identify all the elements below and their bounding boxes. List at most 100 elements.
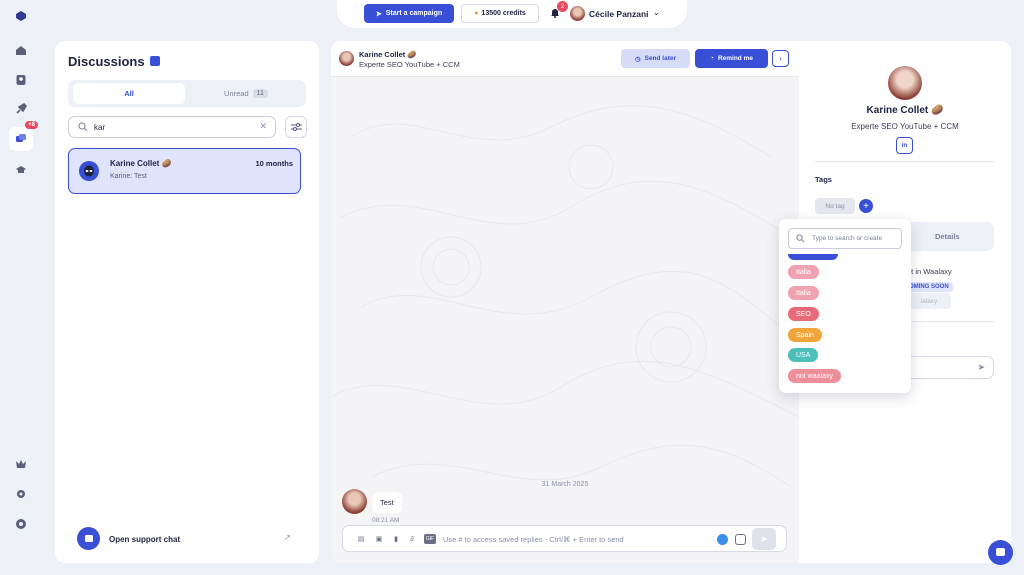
chat-bubble-icon [996, 548, 1005, 556]
contact-avatar[interactable] [339, 51, 354, 66]
clear-search-icon[interactable]: ✕ [259, 121, 267, 132]
discussion-tabs: All Unread 11 [68, 80, 306, 107]
emoji-icon[interactable] [735, 534, 746, 545]
send-icon: ➤ [375, 10, 382, 18]
profile-avatar [888, 66, 922, 100]
external-link-icon[interactable]: ↗ [284, 533, 291, 542]
tab-unread-label: Unread [224, 89, 249, 98]
linkedin-icon[interactable]: in [896, 137, 913, 154]
search-icon [78, 122, 88, 132]
start-campaign-button[interactable]: ➤ Start a campaign [364, 4, 454, 23]
home-icon[interactable] [11, 40, 31, 60]
support-label: Open support chat [109, 535, 181, 544]
document-icon[interactable]: ▤ [356, 534, 366, 544]
tag-chip[interactable]: Italia [788, 286, 819, 300]
coming-soon-badge: OMING SOON [905, 282, 953, 292]
alien-avatar-icon [79, 161, 99, 181]
paperclip-icon[interactable]: ∂ [407, 534, 417, 544]
tag-chip[interactable]: Spain [788, 328, 822, 342]
notifications-badge: 2 [557, 1, 568, 12]
open-support-chat[interactable]: Open support chat ↗ [77, 527, 317, 551]
conversation-name: Karine Collet 🥔 [110, 159, 172, 168]
tab-unread[interactable]: Unread 11 [190, 83, 302, 104]
message-composer[interactable]: ▤ ▣ ▮ ∂ GIF Use # to access saved replie… [342, 525, 787, 552]
topographic-background [331, 105, 799, 488]
add-tag-button[interactable]: + [859, 199, 873, 213]
tag-chip[interactable]: SEO [788, 307, 819, 321]
message-bubble: Test [372, 492, 402, 513]
academy-icon[interactable] [11, 160, 31, 180]
disabled-button: ialaxy [907, 293, 951, 309]
help-icon[interactable] [11, 514, 31, 534]
tab-details[interactable]: Details [935, 232, 960, 241]
logo-icon[interactable] [11, 6, 31, 26]
chevron-right-icon[interactable]: › [772, 50, 789, 67]
remind-me-label: Remind me [717, 55, 753, 62]
user-avatar[interactable] [570, 6, 585, 21]
not-in-waalaxy-text: ot in Waalaxy [907, 267, 952, 276]
divider [815, 161, 994, 162]
crown-icon[interactable] [11, 454, 31, 474]
conversation-time: 10 months [255, 159, 293, 168]
linkedin-label: in [901, 142, 908, 149]
gif-icon[interactable]: GIF [424, 534, 436, 544]
credits-label: 13500 credits [481, 10, 526, 17]
clock-icon: ◷ [634, 55, 641, 63]
profile-name: Karine Collet 🥔 [866, 105, 944, 116]
message-time: 08:21 AM [372, 517, 400, 524]
chevron-down-icon[interactable]: ⌄ [653, 8, 660, 17]
chat-header: Karine Collet 🥔 Experte SEO YouTube + CC… [331, 41, 799, 77]
check-icon[interactable] [717, 534, 728, 545]
send-icon[interactable]: ➤ [977, 362, 985, 373]
search-icon [796, 234, 805, 243]
tag-chip[interactable]: USA [788, 348, 819, 362]
send-later-button[interactable]: ◷ Send later [621, 49, 690, 68]
top-bar: ➤ Start a campaign ● 13500 credits 2 Céc… [337, 0, 687, 28]
filter-icon [290, 123, 302, 131]
tag-search-input[interactable]: Type to search or create [788, 228, 902, 249]
gear-icon[interactable] [11, 484, 31, 504]
rocket-icon[interactable] [11, 99, 31, 119]
send-button[interactable]: ➤ [752, 528, 776, 550]
image-icon[interactable]: ▣ [374, 534, 384, 544]
discussions-panel: Discussions All Unread 11 kar ✕ Karine C… [55, 41, 319, 563]
tag-search-placeholder: Type to search or create [812, 235, 883, 242]
user-name[interactable]: Cécile Panzani [589, 9, 649, 19]
alarm-icon: ◔ [710, 55, 714, 62]
left-nav-rail: +8 [0, 0, 42, 575]
list-item[interactable]: Karine Collet 🥔 10 months Karine: Test [68, 148, 301, 194]
filter-button[interactable] [285, 116, 307, 138]
discussions-title: Discussions [68, 54, 145, 69]
composer-placeholder: Use # to access saved replies - Ctrl/⌘ +… [443, 535, 624, 544]
tag-dropdown: Type to search or create Italia Italia SEO… [779, 219, 911, 393]
start-campaign-label: Start a campaign [385, 10, 443, 17]
unread-count: 11 [252, 89, 268, 98]
tag-chip[interactable] [788, 254, 838, 260]
edit-icon[interactable] [150, 56, 160, 66]
tab-all[interactable]: All [73, 83, 185, 104]
search-value: kar [94, 123, 106, 132]
profile-title: Experte SEO YouTube + CCM [851, 122, 959, 131]
microphone-icon[interactable]: ▮ [391, 534, 401, 544]
tag-chip[interactable]: not waalaxy [788, 369, 841, 383]
remind-me-button[interactable]: ◔ Remind me [695, 49, 768, 68]
contact-name[interactable]: Karine Collet 🥔 [359, 50, 417, 59]
conversation-preview: Karine: Test [110, 173, 147, 180]
coin-icon: ● [474, 10, 479, 17]
no-tag-chip: No tag [815, 198, 855, 214]
search-input[interactable]: kar ✕ [68, 116, 276, 138]
send-later-label: Send later [644, 55, 677, 62]
messages-icon[interactable]: +8 [9, 121, 38, 151]
chat-panel: Karine Collet 🥔 Experte SEO YouTube + CC… [331, 41, 799, 563]
chat-launcher-button[interactable] [988, 540, 1013, 565]
contacts-icon[interactable] [11, 70, 31, 90]
chat-bubble-icon [77, 527, 100, 550]
credits-button[interactable]: ● 13500 credits [461, 4, 539, 23]
date-separator: 31 March 2025 [541, 481, 589, 488]
tab-all-label: All [124, 89, 134, 98]
contact-title: Experte SEO YouTube + CCM [359, 60, 460, 69]
messages-badge: +8 [25, 121, 38, 129]
message-avatar [342, 489, 367, 514]
tags-heading: Tags [815, 175, 832, 184]
tag-chip[interactable]: Italia [788, 265, 819, 279]
